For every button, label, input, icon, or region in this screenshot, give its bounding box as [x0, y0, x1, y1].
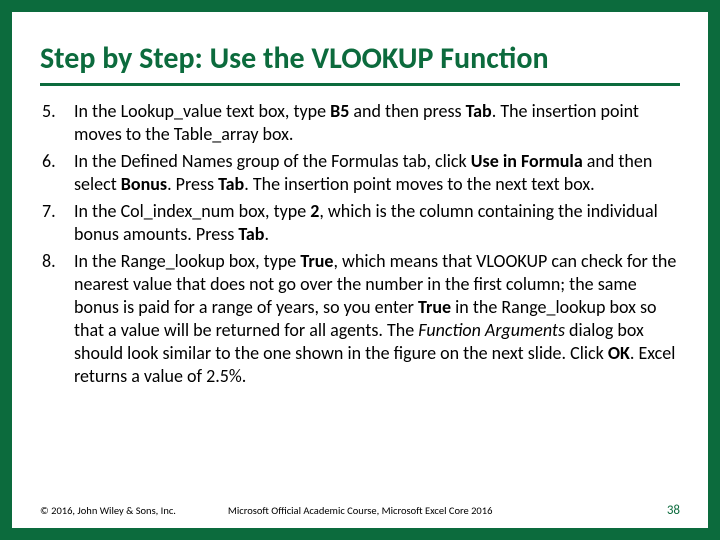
- page-number: 38: [667, 503, 680, 518]
- step-text: In the Defined Names group of the Formul…: [74, 150, 680, 196]
- slide-title: Step by Step: Use the VLOOKUP Function: [40, 42, 680, 86]
- footer: © 2016, John Wiley & Sons, Inc. Microsof…: [40, 503, 680, 518]
- step-number: 5.: [40, 100, 74, 146]
- copyright-text: © 2016, John Wiley & Sons, Inc.: [40, 504, 176, 517]
- step-text: In the Col_index_num box, type 2, which …: [74, 200, 680, 246]
- slide: Step by Step: Use the VLOOKUP Function 5…: [0, 0, 720, 540]
- step-item: 6.In the Defined Names group of the Form…: [40, 150, 680, 196]
- step-number: 8.: [40, 250, 74, 388]
- step-text: In the Lookup_value text box, type B5 an…: [74, 100, 680, 146]
- step-item: 5.In the Lookup_value text box, type B5 …: [40, 100, 680, 146]
- step-item: 7.In the Col_index_num box, type 2, whic…: [40, 200, 680, 246]
- step-list: 5.In the Lookup_value text box, type B5 …: [40, 100, 680, 388]
- step-number: 7.: [40, 200, 74, 246]
- step-item: 8.In the Range_lookup box, type True, wh…: [40, 250, 680, 388]
- course-text: Microsoft Official Academic Course, Micr…: [228, 504, 667, 517]
- step-number: 6.: [40, 150, 74, 196]
- step-text: In the Range_lookup box, type True, whic…: [74, 250, 680, 388]
